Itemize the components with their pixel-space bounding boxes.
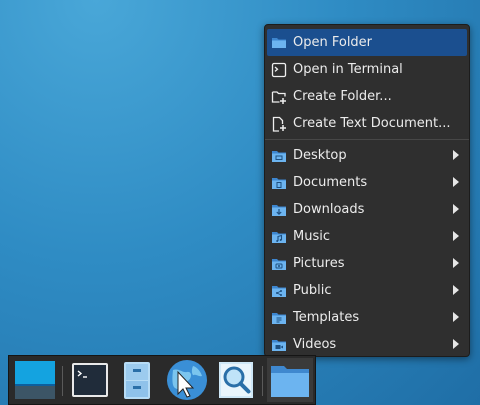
videos-folder-icon: [272, 339, 286, 351]
new-document-icon: [272, 116, 286, 132]
menu-item-templates[interactable]: Templates: [265, 304, 469, 331]
submenu-arrow-icon: [453, 312, 459, 322]
downloads-folder-icon: [272, 204, 286, 216]
menu-item-label: Create Folder...: [293, 89, 392, 104]
menu-item-label: Pictures: [293, 256, 345, 271]
documents-folder-icon: [272, 177, 286, 189]
music-folder-icon: [272, 231, 286, 243]
menu-item-label: Desktop: [293, 148, 347, 163]
submenu-arrow-icon: [453, 150, 459, 160]
terminal-icon[interactable]: [69, 358, 111, 402]
menu-item-label: Videos: [293, 337, 337, 352]
menu-item-desktop[interactable]: Desktop: [265, 142, 469, 169]
web-browser-icon[interactable]: [163, 358, 209, 402]
menu-item-open-in-terminal[interactable]: Open in Terminal: [265, 56, 469, 83]
new-folder-icon: [271, 90, 286, 104]
menu-item-label: Public: [293, 283, 332, 298]
taskbar: [8, 355, 316, 405]
search-icon[interactable]: [215, 358, 257, 402]
submenu-arrow-icon: [453, 258, 459, 268]
menu-item-pictures[interactable]: Pictures: [265, 250, 469, 277]
taskbar-separator: [262, 366, 263, 396]
menu-item-videos[interactable]: Videos: [265, 331, 469, 358]
menu-item-create-text-document[interactable]: Create Text Document...: [265, 110, 469, 137]
menu-item-label: Templates: [293, 310, 360, 325]
menu-item-label: Create Text Document...: [293, 116, 451, 131]
menu-item-open-folder[interactable]: Open Folder: [267, 29, 467, 56]
menu-item-music[interactable]: Music: [265, 223, 469, 250]
menu-item-label: Documents: [293, 175, 368, 190]
menu-item-label: Open in Terminal: [293, 62, 403, 77]
show-desktop-icon[interactable]: [13, 358, 57, 402]
submenu-arrow-icon: [453, 285, 459, 295]
pictures-folder-icon: [272, 258, 286, 270]
file-cabinet-icon[interactable]: [117, 358, 157, 402]
folder-icon: [272, 37, 286, 48]
submenu-arrow-icon: [453, 204, 459, 214]
desktop-folder-icon: [272, 150, 286, 162]
menu-item-downloads[interactable]: Downloads: [265, 196, 469, 223]
terminal-icon: [271, 62, 287, 77]
submenu-arrow-icon: [453, 339, 459, 349]
menu-item-public[interactable]: Public: [265, 277, 469, 304]
menu-separator: [265, 139, 469, 140]
submenu-arrow-icon: [453, 177, 459, 187]
menu-item-label: Open Folder: [293, 35, 373, 50]
menu-item-label: Downloads: [293, 202, 365, 217]
menu-item-create-folder[interactable]: Create Folder...: [265, 83, 469, 110]
menu-item-documents[interactable]: Documents: [265, 169, 469, 196]
templates-folder-icon: [272, 312, 286, 324]
taskbar-separator: [62, 366, 63, 396]
submenu-arrow-icon: [453, 231, 459, 241]
context-menu: Open Folder Open in Terminal Create Fold…: [264, 24, 470, 357]
public-folder-icon: [272, 285, 286, 297]
menu-item-label: Music: [293, 229, 330, 244]
folder-icon[interactable]: [267, 358, 313, 402]
